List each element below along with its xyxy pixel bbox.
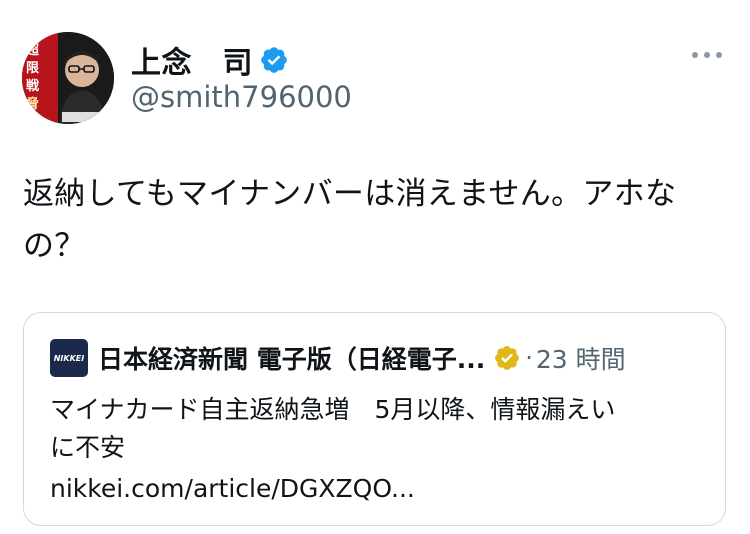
avatar[interactable]: 超 限 戦 脅 <box>22 32 114 124</box>
gold-verified-badge-icon <box>495 346 520 370</box>
quoted-link-card[interactable]: NIKKEI 日本経済新聞 電子版（日経電子... · 23 時間 マイナカード… <box>23 312 726 526</box>
more-dot <box>692 52 698 58</box>
user-handle[interactable]: @smith796000 <box>131 80 352 114</box>
display-name[interactable]: 上念 司 <box>131 38 253 82</box>
tweet-text-line: 返納してもマイナンバーは消えません。アホな <box>23 176 677 212</box>
tweet-text-line: の？ <box>23 228 86 264</box>
nikkei-logo: NIKKEI <box>50 339 88 377</box>
more-dot <box>704 52 710 58</box>
tweet-text: 返納してもマイナンバーは消えません。アホな の？ <box>23 168 723 272</box>
svg-text:限: 限 <box>26 61 40 76</box>
avatar-image: 超 限 戦 脅 <box>22 32 114 124</box>
card-link-url[interactable]: nikkei.com/article/DGXZQO... <box>50 470 415 508</box>
more-dot <box>716 52 722 58</box>
card-timestamp: 23 時間 <box>535 345 626 374</box>
verified-badge-icon <box>261 47 287 73</box>
display-name-row: 上念 司 <box>131 38 289 82</box>
card-headline: マイナカード自主返納急増 5月以降、情報漏えい に不安 <box>50 395 616 462</box>
card-source-name: 日本経済新聞 電子版（日経電子... <box>98 345 486 374</box>
card-separator: · <box>525 344 533 372</box>
tweet: 超 限 戦 脅 上念 司 @smith796000 返納してもマイナンバーは消え… <box>0 0 750 534</box>
svg-text:脅: 脅 <box>25 96 39 112</box>
card-header: NIKKEI 日本経済新聞 電子版（日経電子... · 23 時間 <box>50 339 626 377</box>
svg-text:超: 超 <box>26 42 40 58</box>
svg-text:戦: 戦 <box>26 78 40 94</box>
more-icon[interactable] <box>692 45 722 65</box>
